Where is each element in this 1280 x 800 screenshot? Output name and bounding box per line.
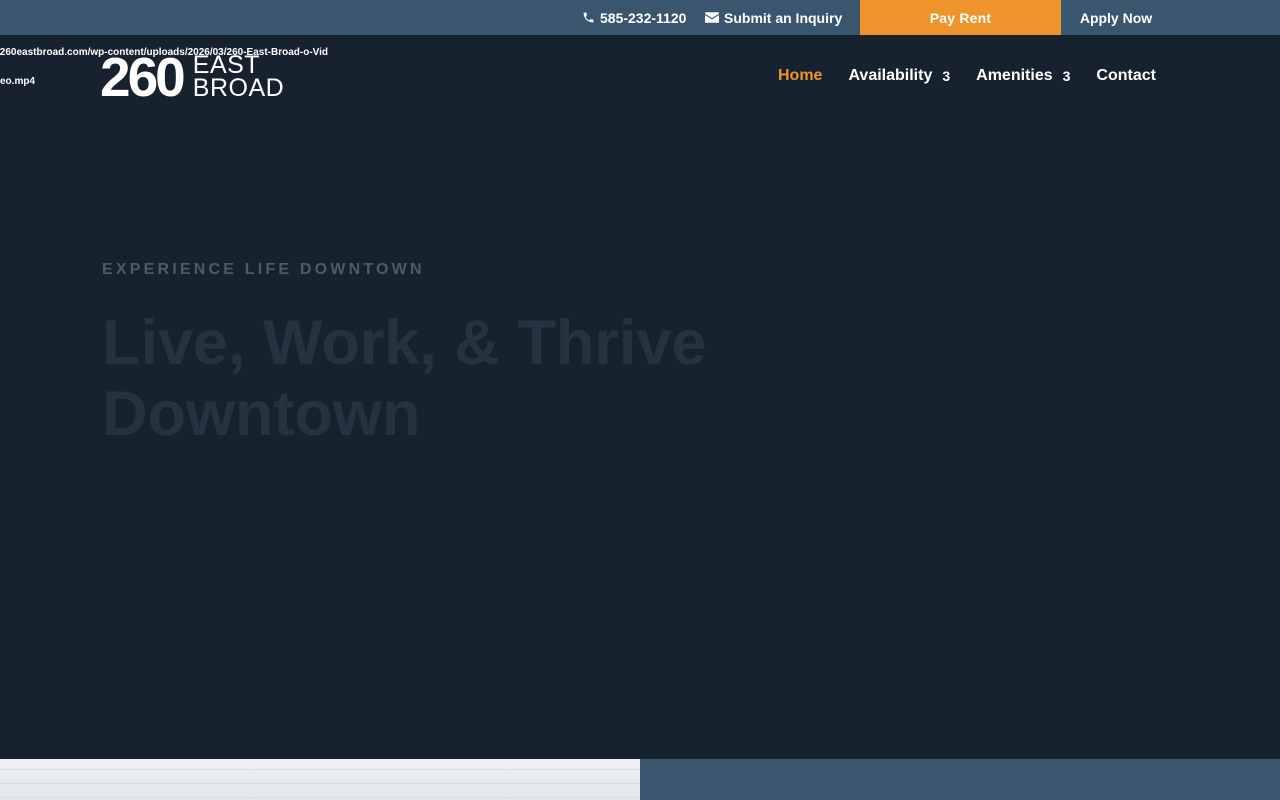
nav-item-home[interactable]: Home [778, 67, 822, 85]
nav-item-contact[interactable]: Contact [1096, 67, 1156, 85]
dropdown-indicator: 3 [1062, 68, 1071, 84]
hero-title: Live, Work, & Thrive Downtown [102, 308, 707, 449]
nav-item-label: Home [778, 67, 823, 84]
nav-item-label: Availability [848, 67, 933, 84]
logo-line-broad: BROAD [192, 74, 285, 102]
apply-now-button[interactable]: Apply Now [1061, 0, 1171, 35]
envelope-icon [705, 12, 719, 23]
bottom-blue-panel [640, 759, 1280, 800]
nav-item-amenities[interactable]: Amenities 3 [976, 67, 1070, 85]
phone-number: 585-232-1120 [600, 9, 687, 26]
inquiry-label: Submit an Inquiry [724, 9, 843, 26]
logo-words: EAST BROAD [192, 53, 285, 102]
nav-item-label: Contact [1096, 67, 1156, 84]
site-logo[interactable]: 260 EAST BROAD [100, 46, 285, 108]
dropdown-indicator: 3 [942, 68, 951, 84]
top-bar: 585-232-1120 Submit an Inquiry Pay Rent … [0, 0, 1280, 35]
phone-icon [583, 12, 594, 23]
nav-item-availability[interactable]: Availability 3 [848, 67, 950, 85]
main-nav: Home Availability 3 Amenities 3 Contact [778, 64, 1156, 88]
hero-eyebrow: EXPERIENCE LIFE DOWNTOWN [102, 261, 425, 278]
nav-item-label: Amenities [976, 67, 1053, 84]
submit-inquiry-link[interactable]: Submit an Inquiry [705, 0, 842, 35]
brick-wall-image [0, 759, 640, 800]
pay-rent-button[interactable]: Pay Rent [860, 0, 1061, 35]
logo-number: 260 [100, 46, 186, 108]
phone-link[interactable]: 585-232-1120 [582, 0, 686, 35]
